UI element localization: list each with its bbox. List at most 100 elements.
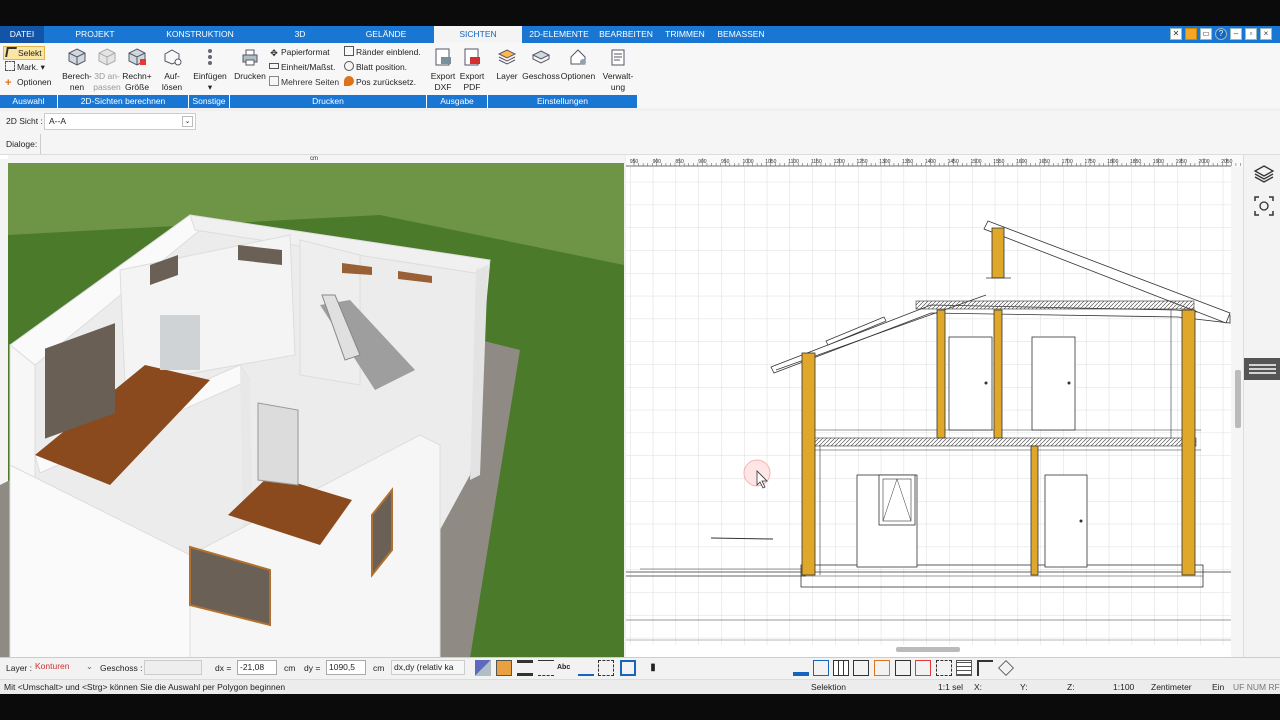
house-3d-render bbox=[0, 155, 624, 658]
dy-input[interactable]: 1090,5 bbox=[326, 660, 366, 675]
papierformat-button[interactable]: ✥ Papierformat bbox=[269, 46, 329, 58]
restore-icon[interactable]: ▫ bbox=[1245, 28, 1257, 40]
optionen-einstellungen-button[interactable]: Optionen bbox=[559, 47, 597, 82]
tab-3d[interactable]: 3D bbox=[280, 26, 320, 43]
dx-label: dx = bbox=[215, 663, 232, 673]
export-pdf-icon bbox=[464, 48, 480, 66]
top-letterbox bbox=[0, 0, 1280, 26]
rechnen-groesse-button[interactable]: Rechn+ Größe bbox=[121, 47, 153, 93]
line-type-icon[interactable] bbox=[538, 660, 554, 676]
window-controls: ✕ ▭ ? – ▫ × bbox=[1170, 28, 1272, 40]
dimension-icon[interactable] bbox=[578, 660, 594, 676]
draw-style-icon[interactable] bbox=[475, 660, 491, 676]
tab-sichten[interactable]: SICHTEN bbox=[434, 26, 522, 44]
drucken-button[interactable]: Drucken bbox=[232, 47, 268, 82]
anpassen-3d-button[interactable]: 3D an-passen bbox=[92, 47, 122, 93]
view-tool-6-icon[interactable] bbox=[895, 660, 911, 676]
tab-projekt[interactable]: PROJEKT bbox=[60, 26, 130, 43]
right-tool-panel bbox=[1243, 155, 1280, 658]
status-line: Mit <Umschalt> und <Strg> können Sie die… bbox=[0, 679, 1280, 694]
minimize-icon[interactable]: – bbox=[1230, 28, 1242, 40]
group-ausgabe: Ausgabe bbox=[427, 95, 488, 108]
optionen-auswahl-button[interactable]: + Optionen bbox=[5, 76, 52, 89]
view-tool-4-icon[interactable] bbox=[853, 660, 869, 676]
status-unit: Zentimeter bbox=[1151, 682, 1192, 692]
export-dxf-icon bbox=[435, 48, 451, 66]
pin-down-icon[interactable]: ▮ bbox=[645, 660, 661, 676]
selekt-button[interactable]: Selekt bbox=[3, 46, 45, 60]
layers-stack-icon[interactable] bbox=[1253, 163, 1275, 185]
text-abc-icon[interactable]: Abc bbox=[557, 660, 573, 676]
divider bbox=[40, 134, 41, 154]
dialoge-label: Dialoge: bbox=[6, 139, 38, 149]
tab-gelaende[interactable]: GELÄNDE bbox=[355, 26, 417, 43]
ruler-icon bbox=[269, 63, 279, 69]
dx-input[interactable]: -21,08 bbox=[237, 660, 277, 675]
frame-icon[interactable] bbox=[620, 660, 636, 676]
help-icon[interactable]: ? bbox=[1215, 28, 1227, 40]
snap-icon[interactable] bbox=[977, 660, 993, 676]
tab-konstruktion[interactable]: KONSTRUKTION bbox=[160, 26, 240, 43]
fill-icon[interactable] bbox=[496, 660, 512, 676]
tools-icon[interactable]: ✕ bbox=[1170, 28, 1182, 40]
grid-icon[interactable] bbox=[956, 660, 972, 676]
ribbon-empty-area bbox=[638, 43, 1280, 108]
geschoss-select[interactable] bbox=[144, 660, 202, 675]
tab-bearbeiten[interactable]: BEARBEITEN bbox=[596, 26, 656, 43]
pos-zuruecksetzen-button[interactable]: Pos zurücksetz. bbox=[344, 76, 416, 88]
horizontal-scrollbar-thumb[interactable] bbox=[896, 647, 960, 652]
layer-select[interactable]: Konturen ⌄ bbox=[33, 660, 93, 675]
coordinate-mode-select[interactable]: dx,dy (relativ ka bbox=[391, 660, 465, 675]
view-tool-8-icon[interactable] bbox=[936, 660, 952, 676]
selection-box-icon[interactable] bbox=[598, 660, 614, 676]
view-tool-1-icon[interactable] bbox=[793, 660, 809, 676]
viewport-3d[interactable]: cm bbox=[0, 155, 624, 658]
berechnen-button[interactable]: Berech-nen bbox=[61, 47, 93, 93]
geschoss-button[interactable]: Geschoss bbox=[521, 47, 561, 82]
chevron-down-icon[interactable]: ⌄ bbox=[182, 116, 193, 127]
cursor-icon bbox=[5, 47, 17, 57]
view-tool-5-icon[interactable] bbox=[874, 660, 890, 676]
chevron-down-icon: ⌄ bbox=[85, 661, 93, 671]
einheit-massstab-button[interactable]: Einheit/Maßst. bbox=[269, 61, 335, 73]
layer-button[interactable]: Layer bbox=[493, 47, 521, 82]
raender-button[interactable]: Ränder einblend. bbox=[344, 46, 421, 58]
close-icon[interactable]: × bbox=[1260, 28, 1272, 40]
window-icon[interactable]: ▭ bbox=[1200, 28, 1212, 40]
einfuegen-button[interactable]: Einfügen ▾ bbox=[191, 47, 229, 93]
geschoss-status-label: Geschoss : bbox=[100, 663, 143, 673]
view-tool-3-icon[interactable] bbox=[833, 660, 849, 676]
focus-target-icon[interactable] bbox=[1253, 195, 1275, 217]
pin-icon[interactable] bbox=[1185, 28, 1197, 40]
view-tool-7-icon[interactable] bbox=[915, 660, 931, 676]
export-dxf-button[interactable]: Export DXF bbox=[428, 47, 458, 93]
ribbon-tab-bar: DATEI PROJEKT KONSTRUKTION 3D GELÄNDE SI… bbox=[0, 26, 1280, 44]
group-sonstige: Sonstige bbox=[189, 95, 230, 108]
aufloesen-button[interactable]: Auf-lösen bbox=[158, 47, 186, 93]
sicht-label: 2D Sicht : bbox=[6, 116, 43, 126]
layers-icon bbox=[497, 49, 517, 65]
blatt-position-button[interactable]: Blatt position. bbox=[344, 61, 407, 73]
tab-2d-elemente[interactable]: 2D-ELEMENTE bbox=[526, 26, 592, 43]
side-panel-menu-handle[interactable] bbox=[1244, 358, 1280, 380]
view-tool-2-icon[interactable] bbox=[813, 660, 829, 676]
printer-icon bbox=[242, 49, 258, 66]
tab-datei[interactable]: DATEI bbox=[0, 26, 44, 43]
viewport-2d-section[interactable]: 950 900 850 900 950 1000 1050 1100 1150 1200 1250 1… bbox=[626, 155, 1243, 658]
sheet-position-icon bbox=[344, 61, 354, 71]
mark-button[interactable]: Mark. ▾ bbox=[5, 61, 45, 73]
vertical-scrollbar-thumb[interactable] bbox=[1235, 370, 1241, 428]
sicht-select[interactable]: A--A ⌄ bbox=[44, 113, 196, 130]
tab-trimmen[interactable]: TRIMMEN bbox=[660, 26, 710, 43]
mark-icon bbox=[5, 61, 15, 71]
line-weight-icon[interactable] bbox=[517, 660, 533, 676]
clipboard-icon bbox=[611, 49, 625, 66]
verwaltung-button[interactable]: Verwalt-ung bbox=[601, 47, 635, 93]
app-window: DATEI PROJEKT KONSTRUKTION 3D GELÄNDE SI… bbox=[0, 0, 1280, 720]
tab-bemassen[interactable]: BEMASSEN bbox=[714, 26, 768, 43]
hamburger-icon bbox=[1249, 364, 1276, 374]
export-pdf-button[interactable]: Export PDF bbox=[457, 47, 487, 93]
mehrere-seiten-button[interactable]: Mehrere Seiten bbox=[269, 76, 339, 88]
location-pin-icon bbox=[344, 76, 354, 86]
margins-icon bbox=[344, 46, 354, 56]
